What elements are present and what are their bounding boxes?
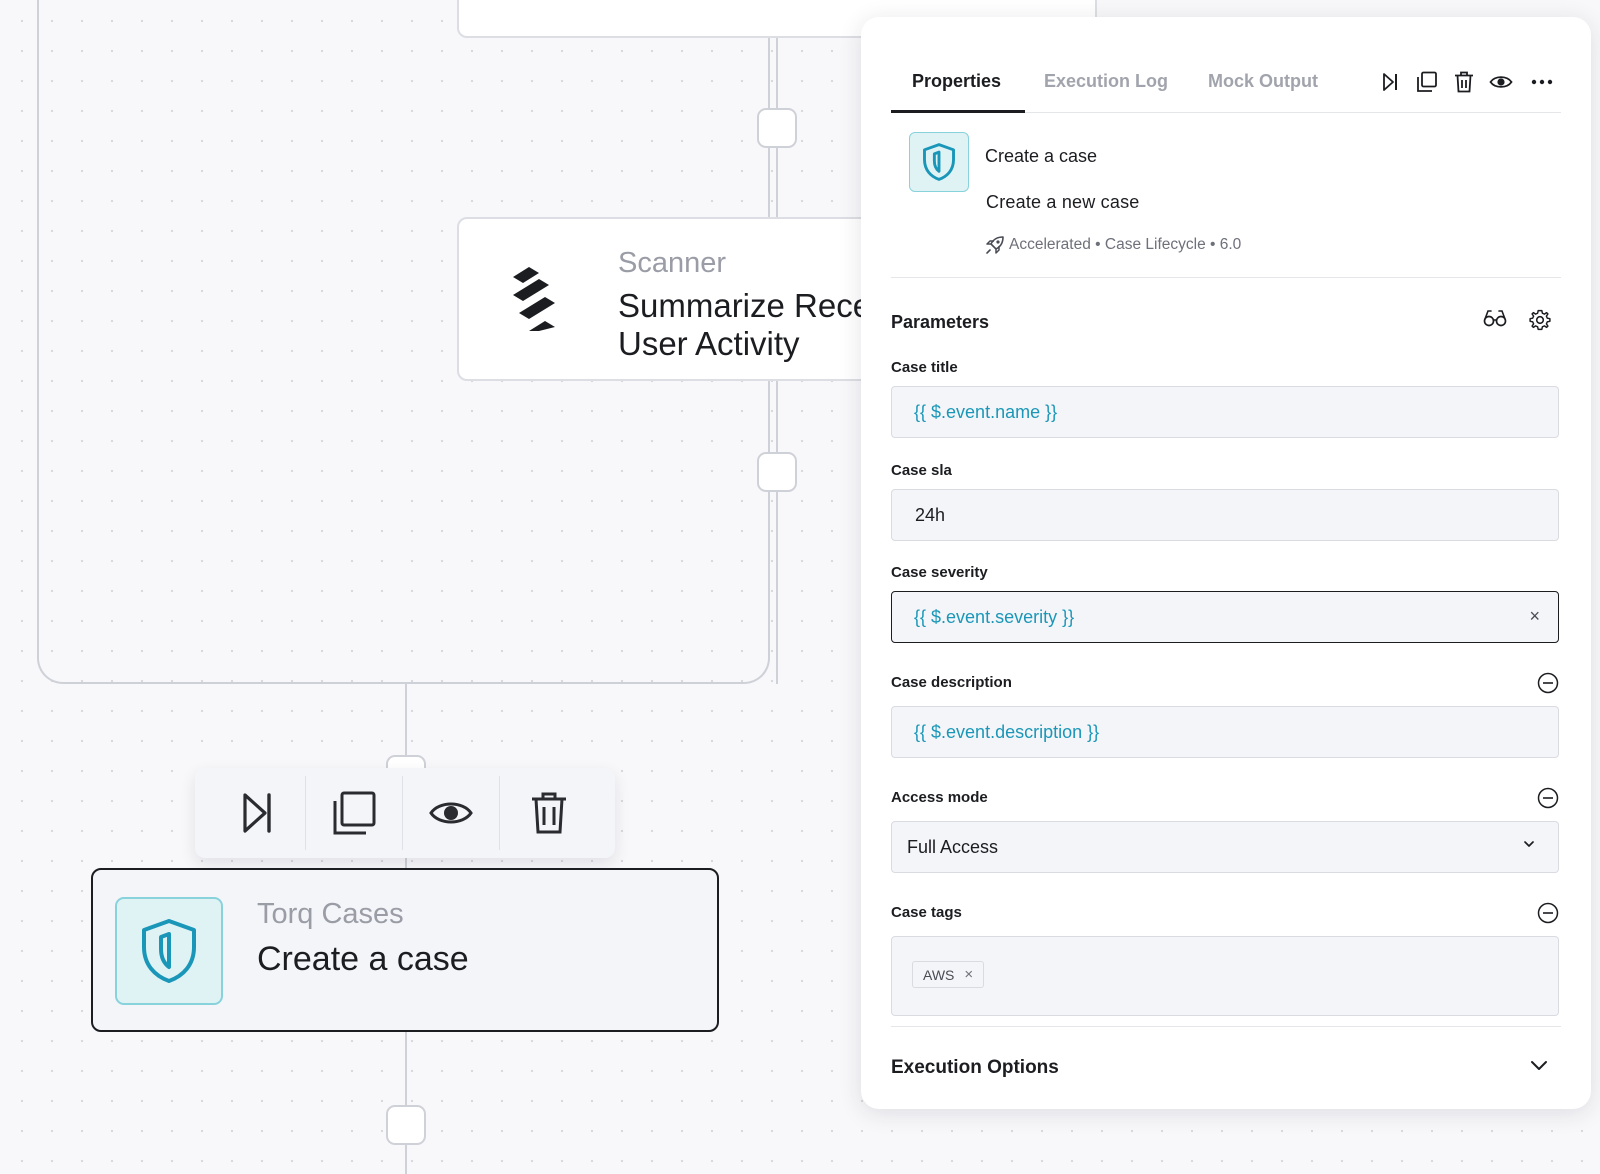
parameters-header: Parameters xyxy=(891,309,1561,338)
case-severity-label: Case severity xyxy=(891,564,988,581)
scanner-logo-icon xyxy=(509,267,559,331)
trash-icon xyxy=(1454,71,1473,93)
node-subtitle: Scanner xyxy=(618,247,727,279)
execution-options-toggle[interactable]: Execution Options xyxy=(891,1026,1561,1094)
step-properties-panel: Properties Execution Log Mock Output Cre… xyxy=(861,17,1591,1109)
case-description-label: Case description xyxy=(891,674,1012,691)
run-from-here-button[interactable] xyxy=(209,776,306,850)
step-meta-text: Accelerated • Case Lifecycle • 6.0 xyxy=(1009,236,1242,253)
copy-icon xyxy=(333,791,376,835)
remove-field-icon[interactable] xyxy=(1537,672,1559,694)
eye-icon xyxy=(1488,76,1513,88)
parameters-title: Parameters xyxy=(891,312,990,332)
skip-forward-icon xyxy=(1382,73,1397,91)
case-tags-input[interactable]: AWS × xyxy=(891,936,1559,1016)
node-action-toolbar xyxy=(195,768,615,858)
tag-chip: AWS × xyxy=(912,961,985,988)
tab-execution-log[interactable]: Execution Log xyxy=(1044,71,1168,92)
step-name[interactable]: Create a case xyxy=(985,146,1097,167)
case-sla-input[interactable]: 24h xyxy=(891,489,1559,541)
access-mode-value: Full Access xyxy=(907,837,999,857)
duplicate-step-button[interactable] xyxy=(1408,69,1445,95)
node-subtitle: Torq Cases xyxy=(257,898,404,930)
case-title-input[interactable]: {{ $.event.name }} xyxy=(891,386,1559,438)
shield-icon xyxy=(923,143,955,181)
skip-forward-icon xyxy=(243,793,271,833)
edge-line xyxy=(405,1032,407,1174)
delete-step-button[interactable] xyxy=(500,776,597,850)
step-description: Create a new case xyxy=(986,192,1140,212)
add-step-connector[interactable] xyxy=(757,108,797,148)
case-severity-value: {{ $.event.severity }} xyxy=(914,607,1075,627)
edge-line xyxy=(776,381,778,684)
case-description-input[interactable]: {{ $.event.description }} xyxy=(891,706,1559,758)
access-mode-label: Access mode xyxy=(891,789,988,806)
case-sla-label: Case sla xyxy=(891,462,952,479)
chevron-down-icon xyxy=(1524,841,1534,847)
gear-icon[interactable] xyxy=(1529,309,1551,331)
access-mode-select[interactable]: Full Access xyxy=(891,821,1559,873)
copy-icon xyxy=(1416,71,1437,92)
panel-actions xyxy=(1371,69,1560,95)
remove-field-icon[interactable] xyxy=(1537,902,1559,924)
node-title: Summarize Recent User Activity xyxy=(618,287,899,362)
case-tags-label: Case tags xyxy=(891,904,962,921)
tag-label: AWS xyxy=(923,966,955,983)
node-title: Create a case xyxy=(257,940,469,978)
case-severity-input[interactable]: {{ $.event.severity }} × xyxy=(891,591,1559,643)
delete-step-button[interactable] xyxy=(1445,69,1482,95)
add-step-connector[interactable] xyxy=(386,1105,426,1145)
trash-icon xyxy=(531,792,566,834)
more-icon xyxy=(1531,79,1552,85)
preview-step-button[interactable] xyxy=(1482,69,1519,95)
panel-tabs: Properties Execution Log Mock Output xyxy=(891,47,1561,113)
duplicate-step-button[interactable] xyxy=(306,776,403,850)
node-badge xyxy=(115,897,223,1005)
more-options-button[interactable] xyxy=(1523,69,1560,95)
remove-tag-icon[interactable]: × xyxy=(964,966,973,983)
shield-icon xyxy=(142,919,196,983)
step-badge xyxy=(909,132,969,192)
eye-icon xyxy=(429,802,473,824)
case-title-label: Case title xyxy=(891,359,958,376)
remove-field-icon[interactable] xyxy=(1537,787,1559,809)
execution-options-label: Execution Options xyxy=(891,1057,1059,1078)
rocket-icon xyxy=(986,236,1004,254)
tab-mock-output[interactable]: Mock Output xyxy=(1208,71,1318,92)
run-from-here-button[interactable] xyxy=(1371,69,1408,95)
step-header: Create a case Create a new case Accelera… xyxy=(891,113,1561,278)
parameters-tools xyxy=(1483,309,1551,331)
tab-properties[interactable]: Properties xyxy=(912,71,1001,92)
clear-field-icon[interactable]: × xyxy=(1529,606,1540,627)
add-step-connector[interactable] xyxy=(757,452,797,492)
chevron-down-icon xyxy=(1531,1061,1547,1070)
step-meta: Accelerated • Case Lifecycle • 6.0 xyxy=(985,235,1241,255)
glasses-icon[interactable] xyxy=(1483,309,1507,327)
preview-step-button[interactable] xyxy=(403,776,500,850)
create-case-node[interactable]: Torq Cases Create a case xyxy=(91,868,719,1032)
